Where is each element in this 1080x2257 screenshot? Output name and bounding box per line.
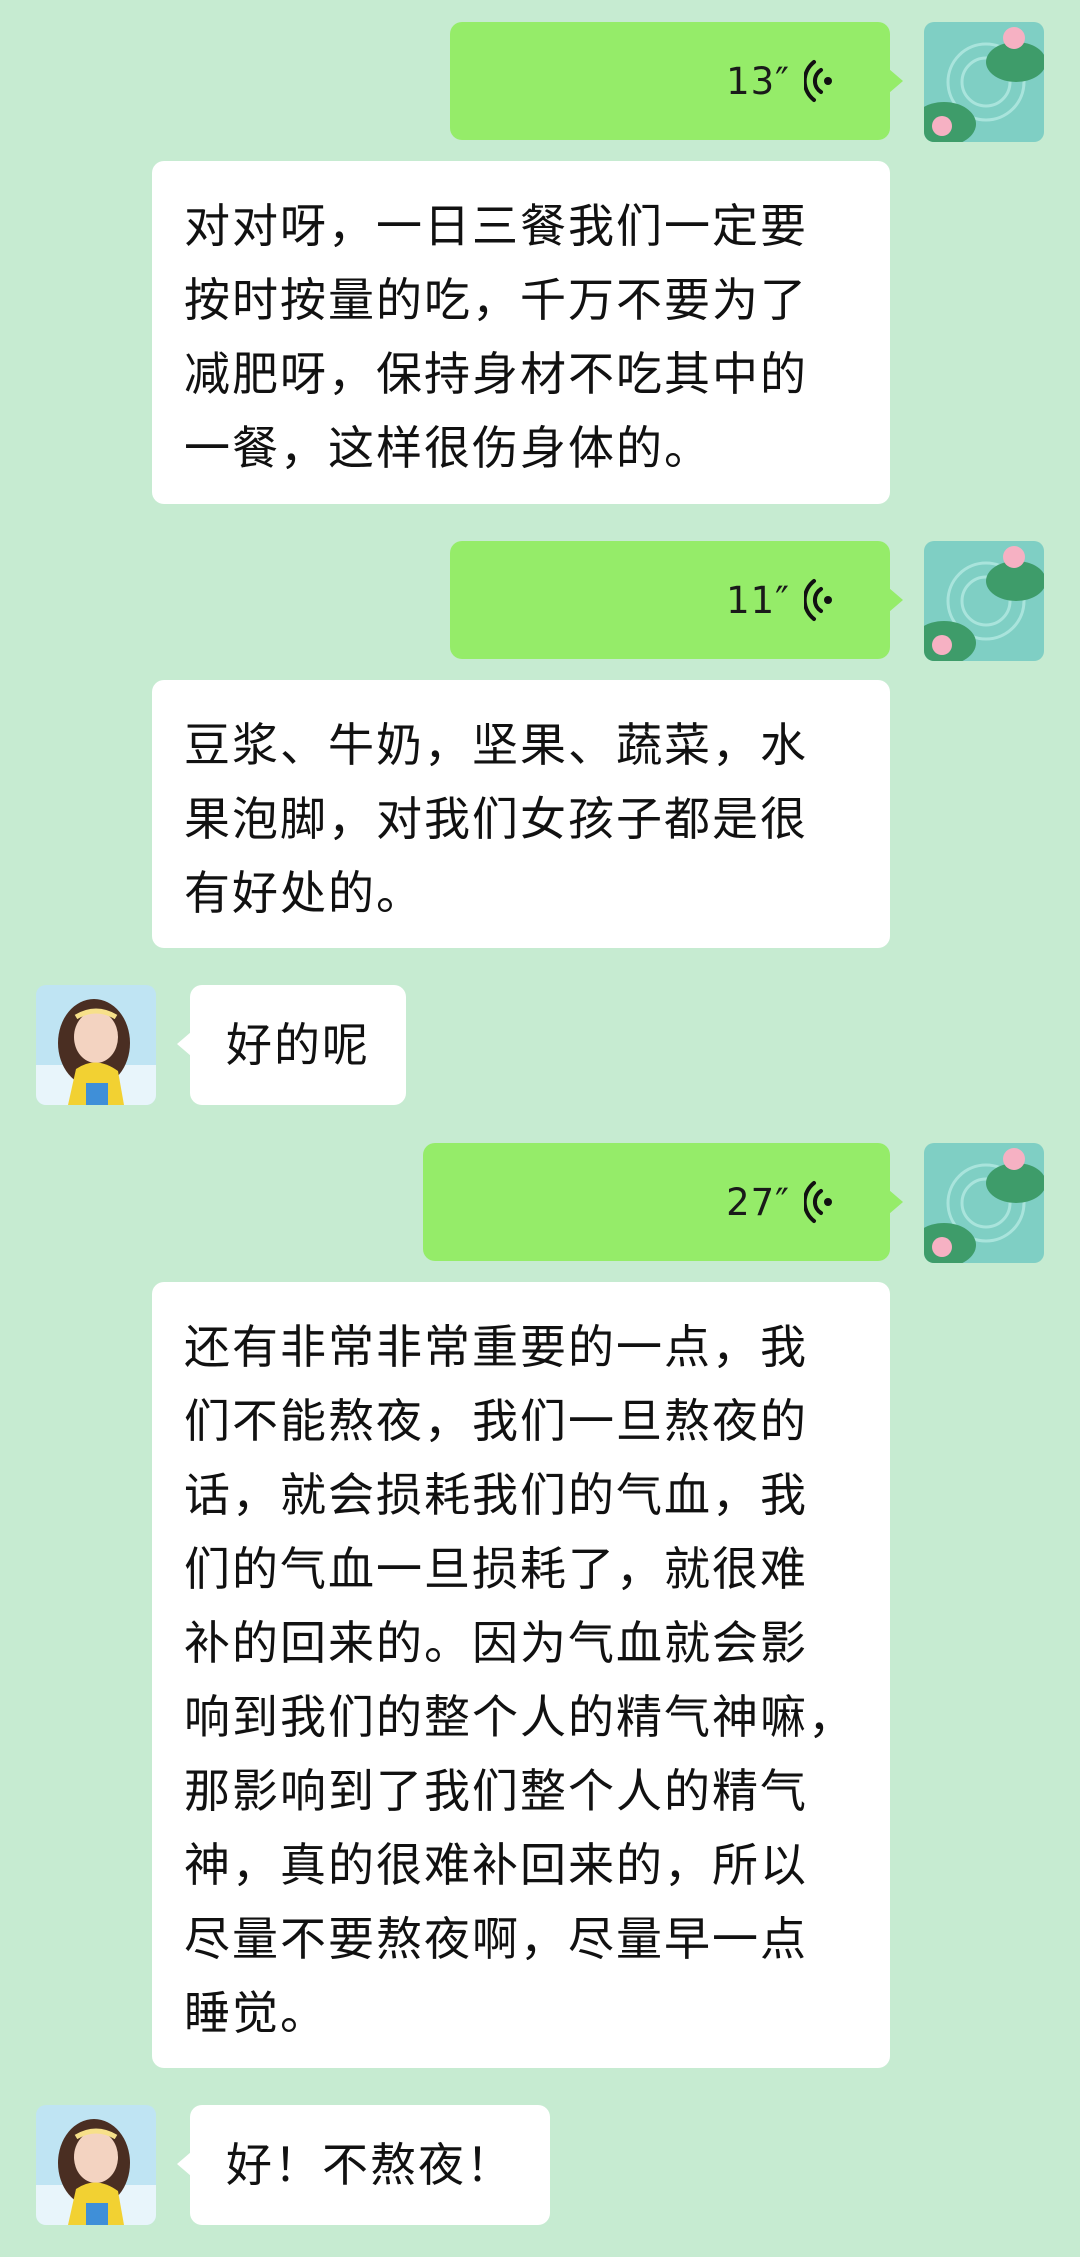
voice-wave-icon xyxy=(804,579,832,621)
voice-wave-icon xyxy=(804,1181,832,1223)
text-message: 豆浆、牛奶，坚果、蔬菜，水 果泡脚，对我们女孩子都是很 有好处的。 xyxy=(152,680,890,948)
self-avatar[interactable] xyxy=(924,541,1044,661)
voice-duration: 11″ xyxy=(726,578,790,622)
other-avatar[interactable] xyxy=(36,985,156,1105)
other-avatar[interactable] xyxy=(36,2105,156,2225)
text-message: 还有非常非常重要的一点，我 们不能熬夜，我们一旦熬夜的 话，就会损耗我们的气血，… xyxy=(152,1282,890,2068)
text-message-incoming: 好的呢 xyxy=(177,985,406,1105)
voice-message[interactable]: 13″ xyxy=(450,22,903,140)
text-message: 对对呀，一日三餐我们一定要 按时按量的吃，千万不要为了 减肥呀，保持身材不吃其中… xyxy=(152,161,890,504)
voice-wave-icon xyxy=(804,60,832,102)
self-avatar[interactable] xyxy=(924,1143,1044,1263)
voice-duration: 13″ xyxy=(726,59,790,103)
text-message-incoming: 好！不熬夜！ xyxy=(177,2105,550,2225)
voice-message[interactable]: 27″ xyxy=(423,1143,903,1261)
voice-message[interactable]: 11″ xyxy=(450,541,903,659)
voice-duration: 27″ xyxy=(726,1180,790,1224)
self-avatar[interactable] xyxy=(924,22,1044,142)
